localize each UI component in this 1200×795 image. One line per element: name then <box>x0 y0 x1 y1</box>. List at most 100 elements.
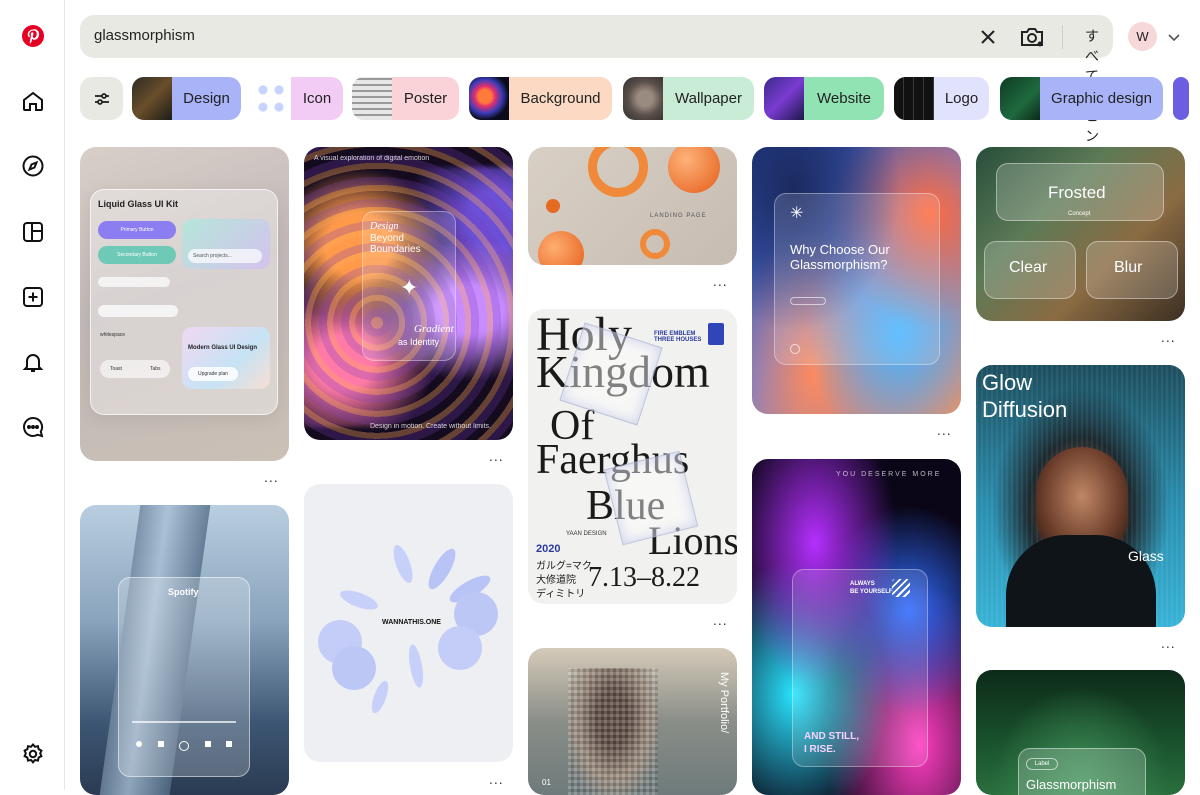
secondary-button: Secondary Button <box>98 246 176 264</box>
crest-icon <box>708 323 724 345</box>
chip-label: Icon <box>302 90 332 107</box>
pin-footer: Design in motion. Create without limits. <box>370 423 491 430</box>
pin-glassmorphism-green[interactable]: Label Glassmorphism <box>976 670 1185 795</box>
play-circle-icon <box>790 344 800 354</box>
pin-frosted-concept[interactable]: Frosted Concept Clear Blur <box>976 147 1185 321</box>
petal <box>406 643 426 689</box>
cta-pill <box>790 297 826 305</box>
chip-label: Graphic design <box>1051 90 1152 107</box>
pin-and-still-i-rise[interactable]: YOU DESERVE MORE ALWAYS BE YOURSELF AND … <box>752 459 961 795</box>
chip-overflow[interactable] <box>1173 77 1189 120</box>
sparkle-icon: ✦ <box>400 275 419 300</box>
glow-title: Glow <box>982 370 1033 395</box>
chip-poster[interactable]: Poster <box>352 77 459 120</box>
more-options-button[interactable]: ... <box>1161 330 1181 344</box>
chip-thumbnail <box>894 77 934 120</box>
pinterest-logo-icon[interactable] <box>20 23 46 49</box>
more-options-button[interactable]: ... <box>489 449 509 463</box>
chip-graphic-design[interactable]: Graphic design <box>1000 77 1163 120</box>
avatar[interactable]: W <box>1128 22 1157 51</box>
landing-label: LANDING PAGE <box>650 213 707 219</box>
slider-mock <box>98 277 170 287</box>
notifications-bell-icon[interactable] <box>20 349 46 375</box>
portfolio-number: 01 <box>542 778 551 787</box>
settings-gear-icon[interactable] <box>20 741 46 767</box>
chip-website[interactable]: Website <box>764 77 884 120</box>
line-beyond: Beyond <box>370 233 404 244</box>
chip-thumbnail <box>764 77 804 120</box>
chip-thumbnail <box>132 77 172 120</box>
poster-jp1: ガルグ=マク <box>536 561 592 572</box>
more-options-button[interactable]: ... <box>713 274 733 288</box>
search-bar[interactable]: glassmorphism すべてのピン <box>80 15 1117 144</box>
sidebar <box>0 0 65 790</box>
create-icon[interactable] <box>20 284 46 310</box>
more-options-button[interactable]: ... <box>489 772 509 786</box>
chip-background[interactable]: Background <box>469 77 612 120</box>
boards-icon[interactable] <box>20 219 46 245</box>
spotify-title: Spotify <box>168 587 199 597</box>
more-options-button[interactable]: ... <box>264 470 284 484</box>
whitespace-label: whitespace <box>100 332 126 338</box>
chip-design[interactable]: Design <box>132 77 241 120</box>
chip-label: Website <box>817 90 871 107</box>
pin-spotify-glass[interactable]: Spotify <box>80 505 289 795</box>
primary-button: Primary Button <box>98 221 176 239</box>
search-input[interactable]: glassmorphism <box>94 27 195 44</box>
chip-label: Wallpaper <box>675 90 742 107</box>
visual-search-camera-icon[interactable] <box>1019 25 1045 49</box>
orange-sphere <box>668 147 720 193</box>
chip-thumbnail <box>251 77 291 120</box>
deserve-label: YOU DESERVE MORE <box>836 471 942 478</box>
line-design: Design <box>370 221 399 232</box>
explore-icon[interactable] <box>20 153 46 179</box>
chip-thumbnail <box>623 77 663 120</box>
diffusion-title: Diffusion <box>982 397 1068 422</box>
upgrade-plan-button: Upgrade plan <box>188 367 238 381</box>
home-icon[interactable] <box>20 88 46 114</box>
striped-badge-icon <box>892 579 910 597</box>
why-line-2: Glassmorphism? <box>790 257 888 272</box>
petal <box>423 545 461 593</box>
frosted-sub: Concept <box>1068 211 1091 217</box>
account-chevron-down-icon[interactable] <box>1166 29 1182 45</box>
search-divider <box>1062 25 1063 49</box>
more-options-button[interactable]: ... <box>937 423 957 437</box>
orange-dot <box>546 199 560 213</box>
pin-liquid-glass-ui-kit[interactable]: Liquid Glass UI Kit Primary Button Secon… <box>80 147 289 461</box>
chip-logo[interactable]: Logo <box>894 77 989 120</box>
toast-label: Toast <box>110 366 122 372</box>
chip-label: Logo <box>944 90 979 107</box>
more-options-button[interactable]: ... <box>1161 636 1181 650</box>
more-options-button[interactable]: ... <box>713 613 733 627</box>
badge-always: ALWAYS <box>850 581 875 587</box>
line-gradient: Gradient <box>414 323 454 335</box>
portfolio-label: My Portfolio/ <box>718 672 730 734</box>
chip-icon[interactable]: Icon <box>251 77 343 120</box>
glass-label: Glass <box>1128 548 1164 564</box>
disc <box>438 626 482 670</box>
asterisk-icon: ✳ <box>790 205 804 222</box>
line-identity: as Identity <box>398 337 440 347</box>
clear-search-icon[interactable] <box>978 27 998 47</box>
sliders-icon <box>94 92 109 105</box>
chip-wallpaper[interactable]: Wallpaper <box>623 77 754 120</box>
pin-why-choose-glassmorphism[interactable]: ✳ Why Choose Our Glassmorphism? <box>752 147 961 414</box>
frosted-face <box>568 668 658 795</box>
pin-my-portfolio[interactable]: My Portfolio/ 01 <box>528 648 737 795</box>
pin-design-beyond-boundaries[interactable]: A visual exploration of digital emotion … <box>304 147 513 440</box>
why-line-1: Why Choose Our <box>790 242 890 257</box>
label-pill: Label <box>1026 758 1058 770</box>
filters-button[interactable] <box>80 77 123 120</box>
pin-holy-kingdom-poster[interactable]: Holy Kingdom Of Faerghus Blue Lions FIRE… <box>528 309 737 604</box>
clear-label: Clear <box>1009 259 1048 276</box>
messages-icon[interactable] <box>20 414 46 440</box>
pin-wannathis-one[interactable]: WANNATHIS.ONE <box>304 484 513 762</box>
yaan-design: YAAN DESIGN <box>566 531 607 537</box>
chip-label: Background <box>520 90 601 107</box>
pin-orange-landing-page[interactable]: LANDING PAGE <box>528 147 737 265</box>
wannathis-label: WANNATHIS.ONE <box>382 619 441 626</box>
orange-ring <box>588 147 648 197</box>
progress-track <box>132 721 236 723</box>
pin-glow-diffusion[interactable]: Glow Diffusion Glass <box>976 365 1185 627</box>
